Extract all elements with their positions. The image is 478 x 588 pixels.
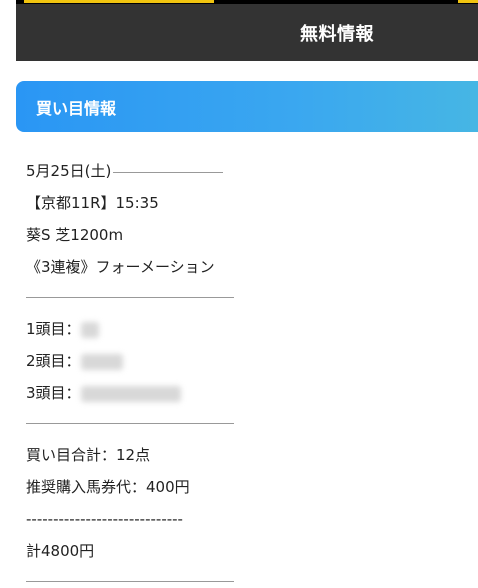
banner-accent-left — [24, 0, 214, 3]
section-heading: 買い目情報 — [16, 81, 478, 132]
divider — [26, 423, 234, 424]
race-name: 葵S 芝1200m — [26, 226, 124, 244]
bet-type: 《3連複》フォーメーション — [26, 258, 215, 276]
pick-value-3-blurred — [80, 385, 181, 402]
total-points: 買い目合計：12点 — [26, 446, 151, 464]
divider — [26, 581, 234, 582]
total-cost: 計4800円 — [26, 542, 95, 560]
recommended-amount: 推奨購入馬券代：400円 — [26, 478, 190, 496]
pick-value-1-blurred — [80, 321, 99, 338]
page-title: 無料情報 — [300, 23, 374, 45]
race-venue: 【京都11R】15:35 — [26, 194, 159, 212]
page-header: 無料情報 — [16, 4, 478, 61]
section-title: 買い目情報 — [36, 98, 117, 118]
pick-row-3: 3頭目： — [26, 377, 446, 409]
pick-label-2: 2頭目： — [26, 352, 81, 370]
race-date-row: 5月25日(土) — [26, 155, 446, 187]
date-divider — [113, 171, 224, 173]
race-date: 5月25日(土) — [26, 162, 112, 180]
pick-label-1: 1頭目： — [26, 320, 81, 338]
pick-value-2-blurred — [80, 353, 123, 370]
banner-accent-right — [458, 0, 478, 3]
pick-row-2: 2頭目： — [26, 345, 446, 377]
dash-separator: ----------------------------- — [26, 510, 183, 528]
divider — [26, 297, 234, 298]
pick-row-1: 1頭目： — [26, 313, 446, 345]
bet-info-content: 5月25日(土) 【京都11R】15:35 葵S 芝1200m 《3連複》フォー… — [26, 155, 446, 588]
pick-label-3: 3頭目： — [26, 384, 81, 402]
